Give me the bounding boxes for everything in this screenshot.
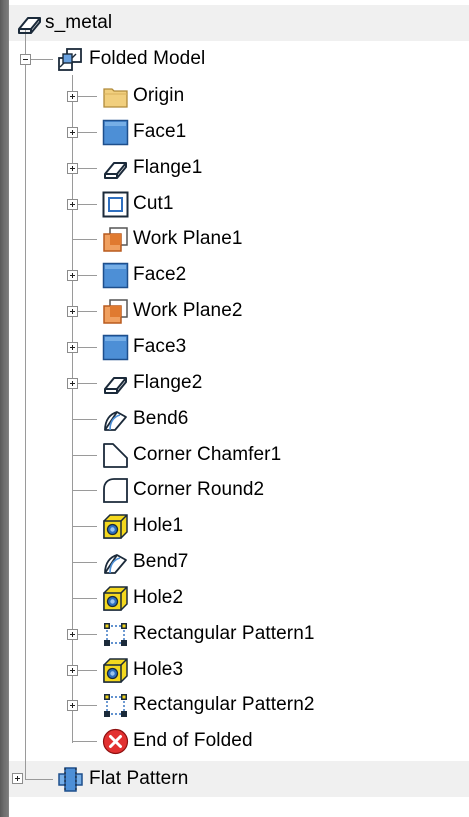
tree-node-hole2[interactable]: Hole2: [102, 580, 183, 616]
flange-icon: [102, 155, 129, 182]
tree-node-flange2[interactable]: Flange2: [102, 365, 202, 401]
expand-toggle[interactable]: [67, 700, 78, 711]
tree-line-branch: [72, 419, 97, 420]
tree-node-end-of-folded[interactable]: End of Folded: [102, 723, 253, 759]
tree-node-label: Flange1: [133, 157, 203, 178]
cut-icon: [102, 191, 129, 218]
expand-toggle[interactable]: [67, 665, 78, 676]
tree-node-label: Corner Chamfer1: [133, 444, 282, 465]
tree-node-hole3[interactable]: Hole3: [102, 652, 183, 688]
tree-node-rectangular-pattern1[interactable]: Rectangular Pattern1: [102, 616, 315, 652]
tree-node-label: Bend7: [133, 551, 189, 572]
tree-node-label: Hole2: [133, 587, 184, 608]
tree-line-branch: [25, 779, 53, 780]
expand-toggle[interactable]: [67, 163, 78, 174]
expand-toggle[interactable]: [67, 199, 78, 210]
tree-node-label: Hole3: [133, 659, 184, 680]
tree-node-flat-pattern[interactable]: Flat Pattern: [57, 761, 188, 797]
tree-node-label: End of Folded: [133, 730, 253, 751]
face-icon: [102, 262, 129, 289]
hole-icon: [102, 657, 129, 684]
end-of-part-icon: [102, 728, 129, 755]
tree-node-flange1[interactable]: Flange1: [102, 150, 202, 186]
model-browser-panel: s_metal Folded Model Origin Face1 Flange1 C…: [9, 0, 469, 817]
work-plane-icon: [102, 298, 129, 325]
tree-node-label: Flange2: [133, 372, 203, 393]
tree-node-label: Origin: [133, 85, 185, 106]
tree-line-folded: [72, 75, 73, 743]
tree-node-label: Work Plane2: [133, 300, 243, 321]
corner-round-icon: [102, 477, 129, 504]
tree-node-label: Face3: [133, 336, 187, 357]
tree-node-label: Corner Round2: [133, 479, 265, 500]
expand-toggle[interactable]: [12, 773, 23, 784]
folded-model-icon: [57, 46, 84, 73]
hole-icon: [102, 585, 129, 612]
tree-node-cut1[interactable]: Cut1: [102, 186, 174, 222]
tree-node-bend6[interactable]: Bend6: [102, 401, 188, 437]
tree-line-branch: [72, 741, 97, 742]
tree-line-branch: [72, 598, 97, 599]
tree-line-branch: [72, 562, 97, 563]
sheet-metal-part-icon: [16, 10, 43, 37]
hole-icon: [102, 513, 129, 540]
rectangular-pattern-icon: [102, 621, 129, 648]
face-icon: [102, 334, 129, 361]
tree-node-work-plane1[interactable]: Work Plane1: [102, 221, 243, 257]
tree-node-origin[interactable]: Origin: [102, 78, 184, 114]
corner-chamfer-icon: [102, 442, 129, 469]
tree-node-label: Folded Model: [89, 48, 206, 69]
tree-node-label: Cut1: [133, 193, 174, 214]
expand-toggle[interactable]: [67, 127, 78, 138]
tree-node-bend7[interactable]: Bend7: [102, 544, 188, 580]
tree-node-s-metal[interactable]: s_metal: [16, 5, 112, 41]
tree-node-label: Rectangular Pattern1: [133, 623, 315, 644]
tree-node-face1[interactable]: Face1: [102, 114, 186, 150]
tree-node-label: Face1: [133, 121, 187, 142]
rectangular-pattern-icon: [102, 692, 129, 719]
tree-node-label: Bend6: [133, 408, 189, 429]
tree-node-label: Face2: [133, 264, 187, 285]
tree-node-face3[interactable]: Face3: [102, 329, 186, 365]
tree-node-corner-round2[interactable]: Corner Round2: [102, 472, 264, 508]
expand-toggle[interactable]: [67, 306, 78, 317]
tree-node-face2[interactable]: Face2: [102, 257, 186, 293]
tree-line-branch: [72, 490, 97, 491]
tree-line-branch: [72, 239, 97, 240]
expand-toggle[interactable]: [67, 91, 78, 102]
flange-icon: [102, 370, 129, 397]
tree-line-root: [25, 24, 26, 779]
tree-node-label: Hole1: [133, 515, 184, 536]
tree-node-hole1[interactable]: Hole1: [102, 508, 183, 544]
tree-node-label: Flat Pattern: [89, 768, 189, 789]
folder-icon: [102, 83, 129, 110]
expand-toggle[interactable]: [67, 270, 78, 281]
tree-node-label: Work Plane1: [133, 228, 243, 249]
tree-node-folded-model[interactable]: Folded Model: [57, 41, 205, 77]
tree-line-branch: [72, 526, 97, 527]
bend-icon: [102, 406, 129, 433]
tree-line-branch: [72, 455, 97, 456]
face-icon: [102, 119, 129, 146]
tree-node-work-plane2[interactable]: Work Plane2: [102, 293, 243, 329]
tree-node-rectangular-pattern2[interactable]: Rectangular Pattern2: [102, 687, 315, 723]
collapse-toggle[interactable]: [20, 54, 31, 65]
flat-pattern-icon: [57, 766, 84, 793]
tree-node-label: s_metal: [45, 12, 113, 33]
work-plane-icon: [102, 226, 129, 253]
bend-icon: [102, 549, 129, 576]
expand-toggle[interactable]: [67, 629, 78, 640]
expand-toggle[interactable]: [67, 342, 78, 353]
tree-node-corner-chamfer1[interactable]: Corner Chamfer1: [102, 437, 281, 473]
tree-node-label: Rectangular Pattern2: [133, 694, 315, 715]
expand-toggle[interactable]: [67, 378, 78, 389]
